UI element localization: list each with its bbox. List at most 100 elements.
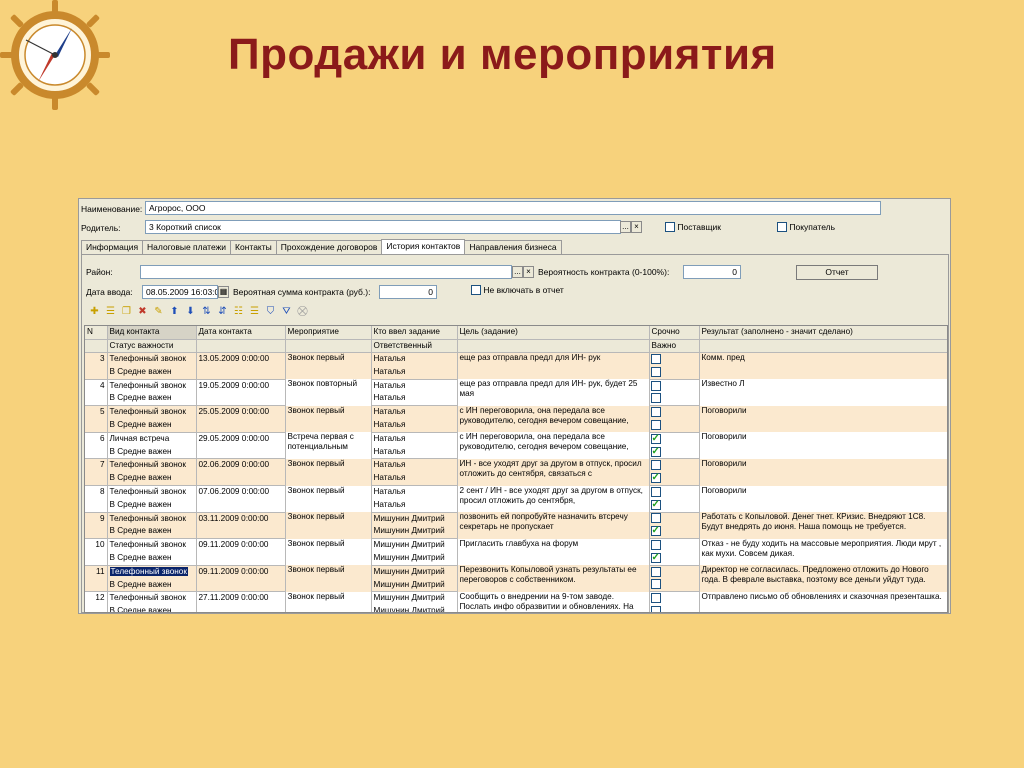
responsible-cell[interactable]: Мишунин Дмитрий xyxy=(371,578,458,593)
urgent-checkbox[interactable] xyxy=(650,593,661,604)
contact-type-cell[interactable]: Телефонный звонок xyxy=(107,405,197,420)
responsible-cell[interactable]: Наталья xyxy=(371,498,458,513)
urgent-checkbox[interactable] xyxy=(650,486,661,497)
entered-by-cell[interactable]: Наталья xyxy=(371,485,458,499)
sort-desc-icon[interactable]: ⇵ xyxy=(216,305,229,318)
importance-status-cell[interactable]: В Средне важен xyxy=(107,472,197,487)
importance-status-cell[interactable]: В Средне важен xyxy=(107,445,197,460)
table-row[interactable]: 12 Телефонный звонок 27.11.2009 0:00:00 Зво… xyxy=(85,591,947,612)
goal-cell[interactable]: Перезвонить Копыловой узнать результаты … xyxy=(457,565,650,592)
sort-asc-icon[interactable]: ⇅ xyxy=(200,305,213,318)
result-cell[interactable]: Комм. пред xyxy=(699,352,947,380)
add-group-icon[interactable]: ☰ xyxy=(104,305,117,318)
contact-type-cell[interactable]: Личная встреча xyxy=(107,432,197,446)
event-cell[interactable]: Звонок первый xyxy=(285,405,372,433)
urgent-checkbox[interactable] xyxy=(650,513,661,524)
important-checkbox[interactable] xyxy=(650,579,661,590)
important-cell[interactable] xyxy=(649,525,700,540)
tab-contact-history[interactable]: История контактов xyxy=(381,239,466,254)
header-entered-by[interactable]: Кто ввел задание xyxy=(371,326,458,340)
goal-cell[interactable]: с ИН переговорила, она передала все руко… xyxy=(457,432,650,459)
result-cell[interactable]: Известно Л xyxy=(699,379,947,406)
importance-status-cell[interactable]: В Средне важен xyxy=(107,525,197,540)
contact-type-cell[interactable]: Телефонный звонок xyxy=(107,379,197,393)
urgent-cell[interactable] xyxy=(649,352,700,366)
delete-row-icon[interactable]: ✖ xyxy=(136,305,149,318)
header-event[interactable]: Мероприятие xyxy=(285,326,372,340)
urgent-cell[interactable] xyxy=(649,485,700,499)
event-cell[interactable]: Звонок первый xyxy=(285,485,372,513)
importance-status-cell[interactable]: В Средне важен xyxy=(107,552,197,566)
important-checkbox[interactable] xyxy=(650,366,661,377)
important-cell[interactable] xyxy=(649,605,700,612)
contact-type-cell[interactable]: Телефонный звонок xyxy=(107,565,197,579)
result-cell[interactable]: Поговорили xyxy=(699,405,947,433)
event-cell[interactable]: Звонок повторный xyxy=(285,379,372,406)
entered-by-cell[interactable]: Мишунин Дмитрий xyxy=(371,512,458,526)
hierarchy-icon[interactable]: ☷ xyxy=(232,305,245,318)
contact-date-cell[interactable]: 09.11.2009 0:00:00 xyxy=(196,565,286,579)
important-cell[interactable] xyxy=(649,498,700,513)
result-cell[interactable]: Поговорили xyxy=(699,432,947,459)
urgent-checkbox[interactable] xyxy=(650,540,661,551)
important-checkbox[interactable] xyxy=(650,446,661,458)
parent-clear-button[interactable]: × xyxy=(631,221,642,233)
tab-tax-payments[interactable]: Налоговые платежи xyxy=(142,240,232,254)
table-row[interactable]: 10 Телефонный звонок 09.11.2009 0:00:00 Зво… xyxy=(85,538,947,566)
event-cell[interactable]: Звонок первый xyxy=(285,538,372,566)
urgent-checkbox[interactable] xyxy=(650,380,661,391)
tab-info[interactable]: Информация xyxy=(81,240,144,254)
parent-select-button[interactable]: ... xyxy=(620,221,631,233)
contact-date-cell[interactable]: 25.05.2009 0:00:00 xyxy=(196,405,286,420)
responsible-cell[interactable]: Наталья xyxy=(371,472,458,487)
table-row[interactable]: 7 Телефонный звонок 02.06.2009 0:00:00 Звон… xyxy=(85,458,947,486)
urgent-cell[interactable] xyxy=(649,538,700,553)
contact-date-cell[interactable]: 09.11.2009 0:00:00 xyxy=(196,538,286,553)
result-cell[interactable]: Отказ - не буду ходить на массовые мероп… xyxy=(699,538,947,566)
entered-by-cell[interactable]: Наталья xyxy=(371,432,458,446)
important-checkbox[interactable] xyxy=(650,606,661,612)
important-cell[interactable] xyxy=(649,419,700,433)
importance-status-cell[interactable]: В Средне важен xyxy=(107,498,197,513)
event-cell[interactable]: Встреча первая с потенциальным xyxy=(285,432,372,459)
result-cell[interactable]: Директор не согласилась. Предложено отло… xyxy=(699,565,947,592)
filter-set-icon[interactable]: ⛛ xyxy=(280,305,293,318)
important-checkbox[interactable] xyxy=(650,393,661,404)
important-cell[interactable] xyxy=(649,365,700,380)
contact-type-cell[interactable]: Телефонный звонок xyxy=(107,538,197,553)
list-icon[interactable]: ☰ xyxy=(248,305,261,318)
header-result[interactable]: Результат (заполнено - значит сделано) xyxy=(699,326,947,340)
contact-date-cell[interactable]: 29.05.2009 0:00:00 xyxy=(196,432,286,446)
table-row[interactable]: 3 Телефонный звонок 13.05.2009 0:00:00 Звон… xyxy=(85,352,947,380)
entered-by-cell[interactable]: Наталья xyxy=(371,458,458,473)
urgent-checkbox[interactable] xyxy=(650,353,661,364)
goal-cell[interactable]: еще раз отправла предл для ИН- рук, буде… xyxy=(457,379,650,406)
contact-type-cell[interactable]: Телефонный звонок xyxy=(107,458,197,473)
header-important[interactable]: Важно xyxy=(649,339,700,354)
important-checkbox[interactable] xyxy=(650,419,661,430)
table-row[interactable]: 5 Телефонный звонок 25.05.2009 0:00:00 Звон… xyxy=(85,405,947,433)
important-checkbox[interactable] xyxy=(650,472,661,484)
buyer-checkbox[interactable] xyxy=(777,222,787,232)
tab-contracts[interactable]: Прохождение договоров xyxy=(275,240,383,254)
importance-status-cell[interactable]: В Средне важен xyxy=(107,419,197,433)
urgent-checkbox[interactable] xyxy=(650,566,661,577)
goal-cell[interactable]: 2 сент / ИН - все уходят друг за другом … xyxy=(457,485,650,513)
entered-by-cell[interactable]: Наталья xyxy=(371,379,458,393)
importance-status-cell[interactable]: В Средне важен xyxy=(107,605,197,612)
header-responsible[interactable]: Ответственный xyxy=(371,339,458,354)
urgent-cell[interactable] xyxy=(649,565,700,579)
header-goal[interactable]: Цель (задание) xyxy=(457,326,650,340)
urgent-checkbox[interactable] xyxy=(650,407,661,418)
entered-by-cell[interactable]: Мишунин Дмитрий xyxy=(371,565,458,579)
entered-by-cell[interactable]: Наталья xyxy=(371,405,458,420)
contact-date-cell[interactable]: 19.05.2009 0:00:00 xyxy=(196,379,286,393)
responsible-cell[interactable]: Мишунин Дмитрий xyxy=(371,525,458,540)
goal-cell[interactable]: Сообщить о внедрении на 9-том заводе. По… xyxy=(457,591,650,612)
add-row-icon[interactable]: ✚ xyxy=(88,305,101,318)
responsible-cell[interactable]: Мишунин Дмитрий xyxy=(371,605,458,612)
goal-cell[interactable]: позвонить ей попробуйте назначить втсреч… xyxy=(457,512,650,539)
event-cell[interactable]: Звонок первый xyxy=(285,352,372,380)
responsible-cell[interactable]: Мишунин Дмитрий xyxy=(371,552,458,566)
important-cell[interactable] xyxy=(649,392,700,407)
